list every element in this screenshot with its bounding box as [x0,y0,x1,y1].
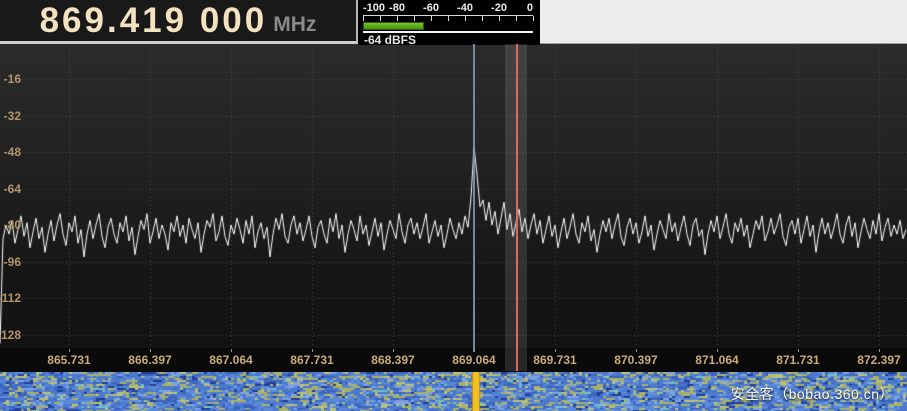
frequency-tick [69,349,70,352]
topbar-empty-area [540,0,907,44]
meter-bar-track [363,22,533,30]
meter-tick-comb [363,15,533,22]
meter-tick [533,16,534,21]
frequency-tick [150,349,151,352]
db-axis-label: -32 [0,109,21,123]
spectrum-plot[interactable]: -16 -32 -48 -64 -80 -96 -112 -128 [0,44,907,348]
meter-scale-label: -40 [457,2,473,14]
watermark-text: 安全客（bobao.360.cn） [731,384,894,404]
sdr-receiver-app: 869.419 000 MHz -100 -80 -60 -40 -20 0 -64 dB… [0,0,907,411]
meter-tick [516,16,517,21]
meter-scale-label: -80 [389,2,405,14]
db-axis-label: -128 [0,328,21,342]
frequency-display-panel: 869.419 000 MHz [0,0,358,44]
frequency-axis-label: 866.397 [115,353,185,367]
frequency-axis-strip[interactable]: 865.731 866.397 867.064 867.731 868.397 869.0… [0,348,907,372]
meter-tick [465,16,466,21]
meter-scale-label: 0 [527,2,533,14]
frequency-tick [555,349,556,352]
frequency-axis-label: 867.064 [196,353,266,367]
meter-tick [414,16,415,21]
meter-reading-text: -64 dBFS [364,33,416,47]
signal-meter-panel: -100 -80 -60 -40 -20 0 -64 dBFS [358,0,540,45]
frequency-axis-label: 870.397 [601,353,671,367]
center-frequency-line [473,44,475,352]
meter-tick [448,16,449,21]
meter-tick [397,16,398,21]
meter-level-bar [363,22,424,30]
meter-tick [499,16,500,21]
db-axis-label: -16 [0,72,21,86]
frequency-tick [717,349,718,352]
db-axis-label: -80 [0,218,21,232]
frequency-tick [798,349,799,352]
meter-scale-label: -60 [423,2,439,14]
frequency-axis-label: 871.731 [763,353,833,367]
frequency-tick [393,349,394,352]
frequency-axis-label: 871.064 [682,353,752,367]
db-axis-label: -96 [0,255,21,269]
meter-scale-label: -100 [363,2,385,14]
meter-scale-label: -20 [491,2,507,14]
frequency-tick [231,349,232,352]
frequency-tick [636,349,637,352]
meter-tick [363,16,364,21]
frequency-axis-label: 867.731 [277,353,347,367]
spectrum-canvas[interactable] [0,44,907,348]
db-axis-label: -64 [0,182,21,196]
meter-tick [431,16,432,21]
frequency-tick [312,349,313,352]
db-axis-label: -112 [0,291,21,305]
meter-tick [482,16,483,21]
frequency-axis-label: 865.731 [34,353,104,367]
meter-scale-labels: -100 -80 -60 -40 -20 0 [363,2,533,13]
db-axis-label: -48 [0,145,21,159]
tuned-frequency-line[interactable] [516,44,518,371]
frequency-tick [879,349,880,352]
frequency-unit-label: MHz [273,5,316,37]
frequency-axis-label: 869.731 [520,353,590,367]
frequency-axis-label: 868.397 [358,353,428,367]
frequency-axis-label: 869.064 [439,353,509,367]
frequency-value[interactable]: 869.419 000 [40,0,268,41]
meter-tick [380,16,381,21]
frequency-axis-label: 872.397 [844,353,907,367]
